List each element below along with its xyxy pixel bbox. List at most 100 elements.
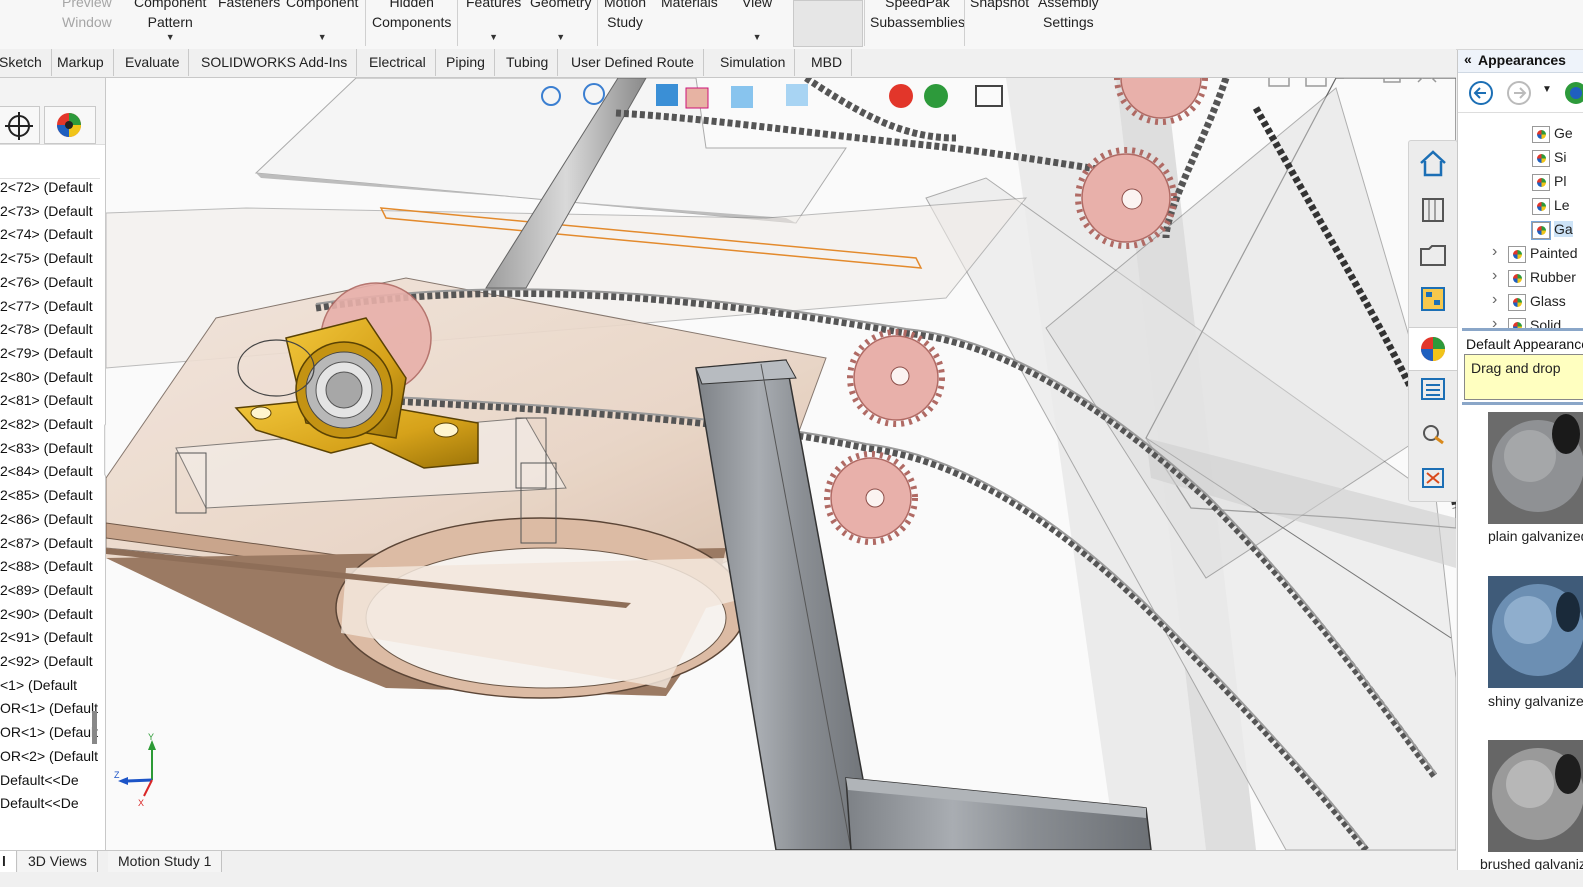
swatch-brushed-galvanized[interactable] bbox=[1488, 740, 1583, 852]
geometry-button[interactable]: Geometry ▼ bbox=[530, 0, 591, 42]
appearance-folder[interactable]: Pl bbox=[1458, 170, 1583, 194]
brushed-galvanized-ball-icon bbox=[1488, 740, 1583, 852]
pane-splitter[interactable] bbox=[1462, 328, 1583, 331]
tab-piping[interactable]: Piping bbox=[437, 49, 495, 76]
tree-item[interactable]: 2<75> (Default bbox=[0, 246, 93, 270]
appearance-folder[interactable]: Ga bbox=[1458, 218, 1583, 242]
swatch-label-plain: plain galvanized bbox=[1488, 528, 1583, 544]
tree-item[interactable]: 2<88> (Default bbox=[0, 554, 93, 578]
tree-scrollbar-thumb[interactable] bbox=[92, 711, 97, 744]
solidworks-forum-icon[interactable] bbox=[1417, 417, 1449, 449]
tree-item[interactable]: <1> (Default bbox=[0, 673, 77, 697]
tree-item[interactable]: OR<1> (Default bbox=[0, 696, 98, 720]
pane-splitter-2[interactable] bbox=[1462, 402, 1583, 405]
tree-item[interactable]: 2<80> (Default bbox=[0, 365, 93, 389]
appearance-folder-icon bbox=[1532, 198, 1550, 215]
back-arrow-icon[interactable] bbox=[1468, 80, 1494, 106]
tab-solidworks-addins[interactable]: SOLIDWORKS Add-Ins bbox=[192, 49, 358, 76]
appearance-folder-label: Si bbox=[1554, 149, 1567, 165]
component-pattern-button[interactable]: Component Pattern ▼ bbox=[134, 0, 206, 42]
features-button[interactable]: Features ▼ bbox=[466, 0, 521, 42]
materials-button[interactable]: Materials bbox=[661, 0, 718, 12]
appearance-sphere-icon bbox=[57, 113, 81, 137]
globe-icon[interactable] bbox=[1558, 80, 1583, 106]
crosshair-icon bbox=[5, 112, 33, 140]
tree-item[interactable]: Default<<De bbox=[0, 768, 79, 792]
view-button[interactable]: View ▼ bbox=[742, 0, 772, 42]
tab-electrical[interactable]: Electrical bbox=[360, 49, 436, 76]
appearance-folder-label: Pl bbox=[1554, 173, 1567, 189]
motion-study-button[interactable]: Motion Study bbox=[604, 0, 646, 32]
fasteners-button[interactable]: Fasteners bbox=[218, 0, 280, 12]
tree-item[interactable]: OR<1> (Default bbox=[0, 720, 98, 744]
snapshot-button[interactable]: Snapshot bbox=[970, 0, 1029, 12]
tree-item[interactable]: 2<81> (Default bbox=[0, 388, 93, 412]
expand-chevron-icon[interactable]: › bbox=[1492, 243, 1497, 261]
expand-chevron-icon[interactable]: › bbox=[1492, 291, 1497, 309]
swatch-plain-galvanized[interactable] bbox=[1488, 412, 1583, 524]
assembly-model-view[interactable]: Y Z X bbox=[106, 78, 1456, 850]
tree-item[interactable]: 2<72> (Default bbox=[0, 175, 93, 199]
display-manager-tab[interactable] bbox=[44, 106, 96, 144]
hidden-components-button[interactable]: Hidden Components bbox=[372, 0, 451, 32]
tree-item[interactable]: 2<90> (Default bbox=[0, 602, 93, 626]
appearance-folder[interactable]: › Rubber bbox=[1458, 266, 1583, 290]
dimxpert-tab[interactable] bbox=[0, 106, 40, 144]
tree-item[interactable]: 2<83> (Default bbox=[0, 436, 93, 460]
tab-sketch[interactable]: Sketch bbox=[0, 49, 52, 76]
tree-item[interactable]: 2<89> (Default bbox=[0, 578, 93, 602]
feature-tree: 2<72> (Default 2<73> (Default 2<74> (Defau… bbox=[0, 175, 100, 850]
tab-3d-views[interactable]: 3D Views bbox=[18, 851, 98, 872]
history-dropdown-icon[interactable]: ▼ bbox=[1542, 84, 1552, 95]
electrical-icon[interactable] bbox=[1417, 461, 1449, 493]
view-palette-icon[interactable] bbox=[1417, 283, 1449, 315]
appearance-folder[interactable]: Si bbox=[1458, 146, 1583, 170]
tree-item[interactable]: 2<86> (Default bbox=[0, 507, 93, 531]
tab-motion-study-1[interactable]: Motion Study 1 bbox=[108, 851, 223, 872]
assembly-settings-button[interactable]: Assembly Settings bbox=[1038, 0, 1099, 32]
tree-item[interactable]: 2<82> (Default bbox=[0, 412, 93, 436]
folder-icon[interactable] bbox=[1417, 239, 1449, 271]
tree-item[interactable]: 2<84> (Default bbox=[0, 459, 93, 483]
tree-item[interactable]: 2<73> (Default bbox=[0, 199, 93, 223]
tree-item[interactable]: Default<<De bbox=[0, 791, 79, 815]
appearance-folder[interactable]: › Painted bbox=[1458, 242, 1583, 266]
tab-user-defined-route[interactable]: User Defined Route bbox=[562, 49, 704, 76]
appearance-folder[interactable]: Ge bbox=[1458, 122, 1583, 146]
tab-evaluate[interactable]: Evaluate bbox=[116, 49, 190, 76]
collapse-chevron-icon[interactable]: « bbox=[1464, 51, 1472, 67]
tree-item[interactable]: OR<2> (Default bbox=[0, 744, 98, 768]
tab-mbd[interactable]: MBD bbox=[802, 49, 853, 76]
expand-chevron-icon[interactable]: › bbox=[1492, 267, 1497, 285]
blank-ribbon-button[interactable] bbox=[793, 0, 863, 47]
tree-item[interactable]: 2<76> (Default bbox=[0, 270, 93, 294]
preview-window-button[interactable]: Preview Window bbox=[62, 0, 112, 32]
tab-markup[interactable]: Markup bbox=[48, 49, 114, 76]
graphics-area[interactable]: Y Z X bbox=[106, 78, 1456, 850]
expand-chevron-icon[interactable]: › bbox=[1492, 315, 1497, 328]
tree-item[interactable]: 2<79> (Default bbox=[0, 341, 93, 365]
appearance-folder[interactable]: › Solid bbox=[1458, 314, 1583, 328]
forward-arrow-icon[interactable] bbox=[1506, 80, 1532, 106]
appearance-folder[interactable]: Le bbox=[1458, 194, 1583, 218]
tree-item[interactable]: 2<74> (Default bbox=[0, 222, 93, 246]
tab-model[interactable]: l bbox=[0, 851, 17, 872]
tree-item[interactable]: 2<78> (Default bbox=[0, 317, 93, 341]
tree-item[interactable]: 2<92> (Default bbox=[0, 649, 93, 673]
appearance-folder[interactable]: › Glass bbox=[1458, 290, 1583, 314]
speedpak-subassemblies-button[interactable]: SpeedPak Subassemblies bbox=[870, 0, 965, 32]
design-library-icon[interactable] bbox=[1417, 193, 1449, 225]
swatch-shiny-galvanized[interactable] bbox=[1488, 576, 1583, 688]
tree-item[interactable]: 2<87> (Default bbox=[0, 531, 93, 555]
component-button[interactable]: Component ▼ bbox=[286, 0, 358, 42]
home-icon[interactable] bbox=[1417, 147, 1449, 179]
appearance-folder-icon bbox=[1532, 150, 1550, 167]
custom-properties-icon[interactable] bbox=[1417, 373, 1449, 405]
tab-tubing[interactable]: Tubing bbox=[497, 49, 559, 76]
appearance-folder-icon bbox=[1532, 126, 1550, 143]
appearances-tab[interactable] bbox=[1409, 327, 1457, 371]
tree-item[interactable]: 2<85> (Default bbox=[0, 483, 93, 507]
tab-simulation[interactable]: Simulation bbox=[711, 49, 796, 76]
tree-item[interactable]: 2<91> (Default bbox=[0, 625, 93, 649]
tree-item[interactable]: 2<77> (Default bbox=[0, 294, 93, 318]
